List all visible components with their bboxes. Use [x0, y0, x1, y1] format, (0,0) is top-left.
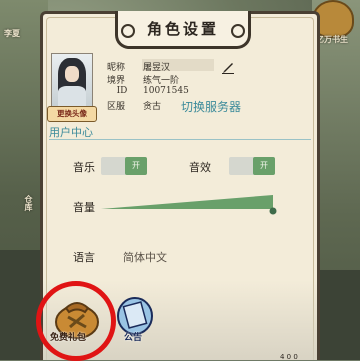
language-select[interactable]: 简体中文 — [123, 249, 167, 265]
avatar[interactable] — [51, 53, 93, 107]
nickname-label: 昵称 — [107, 63, 126, 73]
id-value: 10071545 — [143, 86, 189, 96]
realm-value: 练气一阶 — [143, 76, 180, 86]
id-label: ID — [116, 86, 128, 96]
highlight-circle — [36, 281, 116, 361]
user-center-tab[interactable]: 用户中心 — [49, 124, 93, 140]
volume-slider-knob[interactable] — [269, 207, 277, 215]
sfx-toggle[interactable]: 开 — [229, 157, 275, 175]
volume-label: 音量 — [73, 201, 95, 214]
nickname-row: 昵称 屠昱汉 — [107, 60, 170, 73]
left-side-label[interactable]: 李夏 — [4, 28, 20, 39]
region-label: 区服 — [107, 102, 126, 112]
change-avatar-button[interactable]: 更换头像 — [47, 106, 97, 122]
volume-slider[interactable] — [101, 193, 277, 215]
right-building — [316, 270, 360, 360]
region-value: 贪古 — [143, 102, 162, 112]
region-row: 区服 贪古 — [107, 99, 161, 112]
switch-server-link[interactable]: 切换服务器 — [181, 98, 241, 115]
notice-label[interactable]: 公告 — [124, 330, 142, 343]
title-ornament-left — [121, 24, 135, 38]
sfx-label: 音效 — [189, 161, 211, 174]
title-ornament-right — [231, 24, 245, 38]
nickname-value: 屠昱汉 — [143, 63, 171, 73]
warehouse-label[interactable]: 仓库 — [24, 195, 35, 211]
left-building — [0, 250, 44, 360]
language-label: 语言 — [73, 251, 95, 264]
edit-pencil-icon[interactable] — [221, 60, 235, 74]
dialog-title: 角色设置 — [146, 20, 219, 38]
id-row: ID 10071545 — [107, 86, 189, 96]
section-divider — [49, 139, 311, 140]
sfx-toggle-state: 开 — [253, 157, 275, 175]
music-label: 音乐 — [73, 161, 95, 174]
right-side-label[interactable]: 亿万书生 — [316, 34, 348, 45]
realm-label: 境界 — [107, 76, 126, 86]
realm-row: 境界 练气一阶 — [107, 73, 179, 86]
music-toggle-state: 开 — [125, 157, 147, 175]
music-toggle[interactable]: 开 — [101, 157, 147, 175]
